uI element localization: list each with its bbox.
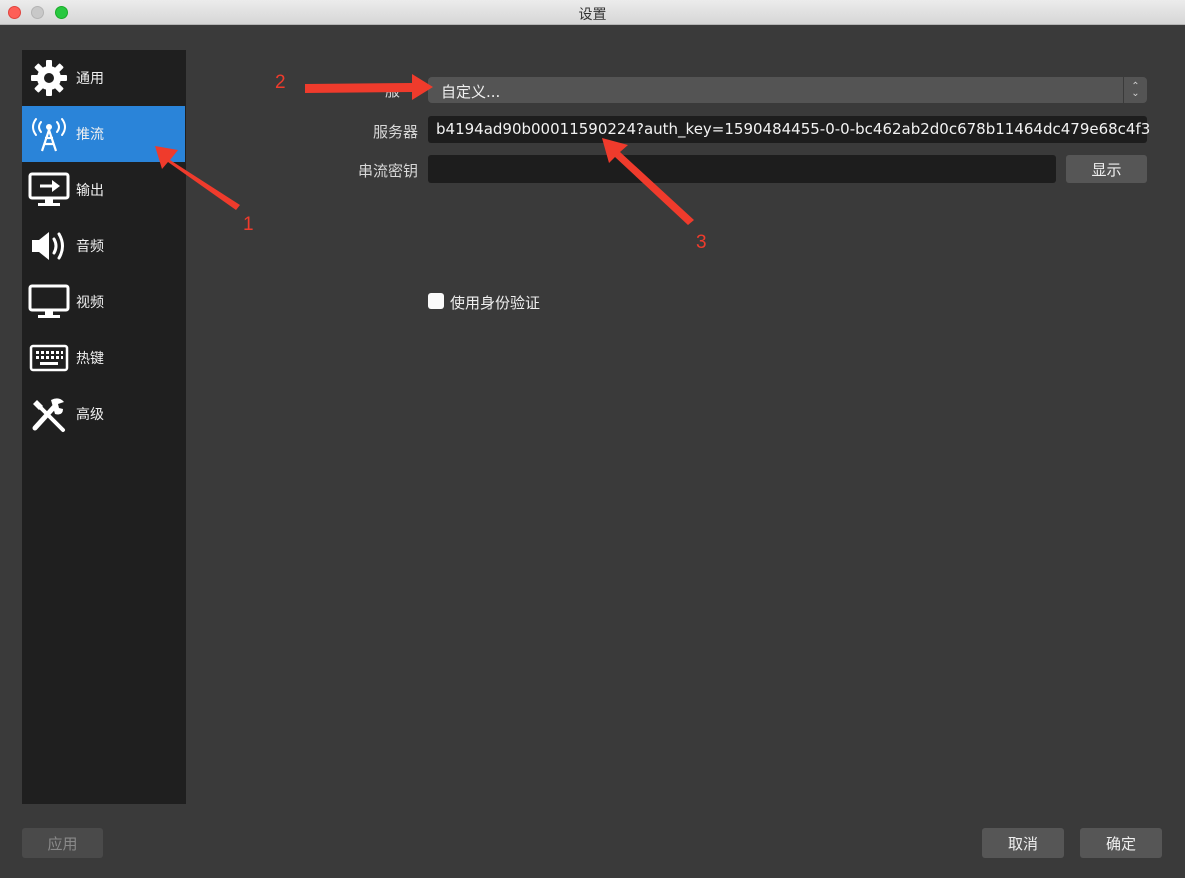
server-input[interactable]: b4194ad90b00011590224?auth_key=159048445… (428, 116, 1151, 143)
stream-key-label: 串流密钥 (357, 162, 418, 180)
sidebar-item-label: 音频 (76, 239, 104, 255)
sidebar-item-general[interactable]: 通用 (22, 50, 185, 106)
antenna-icon (22, 106, 76, 162)
monitor-icon (22, 274, 76, 330)
server-label: 服务器 (372, 123, 418, 141)
service-label: 服 (384, 82, 400, 100)
title-bar: 设置 (0, 0, 1185, 25)
sidebar-item-advanced[interactable]: 高级 (22, 386, 185, 442)
sidebar-item-audio[interactable]: 音频 (22, 218, 185, 274)
stream-key-input[interactable] (428, 155, 1056, 183)
keyboard-icon (22, 330, 76, 386)
apply-button[interactable]: 应用 (22, 828, 103, 858)
sidebar-item-video[interactable]: 视频 (22, 274, 185, 330)
show-key-button[interactable]: 显示 (1066, 155, 1147, 183)
sidebar-item-label: 输出 (76, 183, 104, 199)
sidebar-item-label: 推流 (76, 127, 104, 143)
gear-icon (22, 50, 76, 106)
server-input-value: b4194ad90b00011590224?auth_key=159048445… (436, 120, 1151, 138)
chevron-updown-icon: ⌃ ⌄ (1123, 77, 1147, 103)
sidebar-item-label: 热键 (76, 351, 104, 367)
sidebar-item-hotkeys[interactable]: 热键 (22, 330, 185, 386)
auth-checkbox[interactable] (428, 293, 444, 309)
sidebar-item-output[interactable]: 输出 (22, 162, 185, 218)
annotation-label-3: 3 (696, 232, 707, 253)
tools-icon (22, 386, 76, 442)
sidebar-item-label: 高级 (76, 407, 104, 423)
sidebar-item-stream[interactable]: 推流 (22, 106, 185, 162)
speaker-icon (22, 218, 76, 274)
sidebar-item-label: 通用 (76, 71, 104, 87)
cancel-button[interactable]: 取消 (982, 828, 1064, 858)
ok-button[interactable]: 确定 (1080, 828, 1162, 858)
annotation-label-2: 2 (275, 72, 286, 93)
sidebar-item-label: 视频 (76, 295, 104, 311)
service-select-value: 自定义... (441, 83, 501, 101)
auth-checkbox-label: 使用身份验证 (450, 294, 541, 312)
output-monitor-icon (22, 162, 76, 218)
annotation-label-1: 1 (243, 214, 254, 235)
window-title: 设置 (578, 7, 607, 23)
service-select[interactable]: 自定义... ⌃ ⌄ (428, 77, 1147, 103)
settings-sidebar: 通用 推流 输出 音频 视频 热键 高级 (22, 50, 186, 804)
